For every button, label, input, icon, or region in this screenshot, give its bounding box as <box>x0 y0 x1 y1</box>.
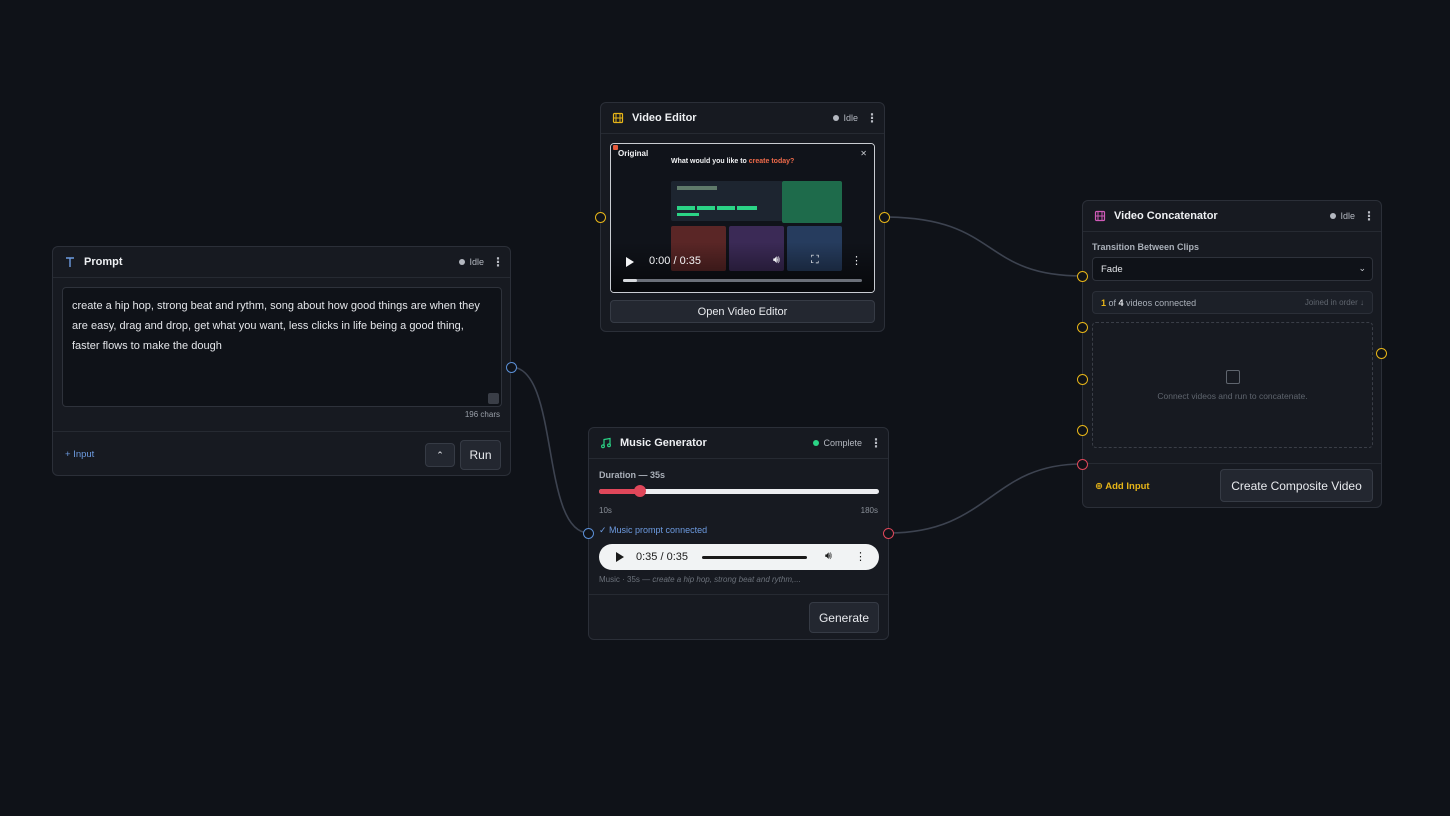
prompt-node-header[interactable]: Prompt Idle ⋮ <box>53 247 510 278</box>
prompt-node[interactable]: Prompt Idle ⋮ create a hip hop, strong b… <box>52 246 511 476</box>
duration-max-label: 180s <box>860 506 878 515</box>
concat-input-port-audio[interactable] <box>1077 459 1088 470</box>
music-note-icon <box>599 436 613 450</box>
edge-video-to-concat <box>883 216 1083 277</box>
concat-input-port-3[interactable] <box>1077 374 1088 385</box>
workflow-canvas[interactable]: Prompt Idle ⋮ create a hip hop, strong b… <box>0 0 1450 816</box>
play-icon[interactable] <box>616 552 624 562</box>
music-input-port[interactable] <box>583 528 594 539</box>
duration-slider-thumb[interactable] <box>634 485 647 497</box>
fullscreen-icon[interactable]: ⛶ <box>811 254 819 267</box>
empty-state-text: Connect videos and run to concatenate. <box>1157 391 1308 401</box>
transition-label: Transition Between Clips <box>1092 242 1200 252</box>
text-t-icon <box>63 255 77 269</box>
video-concatenator-node[interactable]: Video Concatenator Idle ⋮ Transition Bet… <box>1082 200 1382 508</box>
film-icon <box>611 111 625 125</box>
divider <box>589 594 888 595</box>
concat-output-port[interactable] <box>1376 348 1387 359</box>
transition-value: Fade <box>1101 264 1123 275</box>
more-options-icon[interactable]: ⋮ <box>855 550 866 563</box>
play-icon[interactable] <box>626 257 634 267</box>
more-menu-icon[interactable]: ⋮ <box>870 437 882 449</box>
video-time: 0:00 / 0:35 <box>649 255 701 267</box>
video-concatenator-header[interactable]: Video Concatenator Idle ⋮ <box>1083 201 1381 232</box>
add-input-link[interactable]: + Input <box>65 449 94 460</box>
collapse-button[interactable]: ⌃ <box>425 443 455 467</box>
status-text: Idle <box>1340 211 1355 221</box>
status-badge: Complete <box>813 438 862 448</box>
prompt-text: create a hip hop, strong beat and rythm,… <box>72 300 480 352</box>
concat-input-port-1[interactable] <box>1077 271 1088 282</box>
duration-min-label: 10s <box>599 506 612 515</box>
status-text: Complete <box>823 438 862 448</box>
status-dot <box>459 259 466 265</box>
resize-handle-icon[interactable] <box>488 393 499 404</box>
status-badge: Idle <box>459 257 484 267</box>
duration-label: Duration — 35s <box>599 470 666 480</box>
edge-prompt-to-music <box>510 366 590 534</box>
node-title: Prompt <box>84 256 123 268</box>
node-title: Video Editor <box>632 112 697 124</box>
status-dot <box>1330 213 1337 219</box>
prompt-textarea[interactable]: create a hip hop, strong beat and rythm,… <box>62 287 502 407</box>
video-controls: 0:00 / 0:35 🔊︎ ⛶ ⋮ <box>611 242 874 292</box>
open-video-editor-button[interactable]: Open Video Editor <box>610 300 875 323</box>
concat-input-port-2[interactable] <box>1077 322 1088 333</box>
volume-icon[interactable]: 🔊︎ <box>825 550 832 563</box>
connected-suffix: videos connected <box>1123 298 1197 308</box>
video-progress-bar[interactable] <box>623 279 862 282</box>
status-text: Idle <box>843 113 858 123</box>
film-icon <box>1093 209 1107 223</box>
music-generator-header[interactable]: Music Generator Complete ⋮ <box>589 428 888 459</box>
more-options-icon[interactable]: ⋮ <box>851 254 862 267</box>
connected-of: of <box>1106 298 1119 308</box>
char-count: 196 chars <box>464 410 500 419</box>
divider <box>53 431 510 432</box>
music-caption: Music · 35s — create a hip hop, strong b… <box>599 575 801 584</box>
status-dot <box>813 440 820 446</box>
generate-button[interactable]: Generate <box>809 602 879 633</box>
more-menu-icon[interactable]: ⋮ <box>492 256 504 268</box>
connection-info: 1 of 4 videos connected Joined in order … <box>1092 291 1373 314</box>
film-icon <box>1226 370 1240 384</box>
caption-prefix: Music · 35s — <box>599 575 653 584</box>
status-badge: Idle <box>833 113 858 123</box>
add-input-label: Add Input <box>1105 481 1150 492</box>
video-editor-output-port[interactable] <box>879 212 890 223</box>
run-button[interactable]: Run <box>460 440 501 470</box>
video-editor-header[interactable]: Video Editor Idle ⋮ <box>601 103 884 134</box>
create-composite-video-button[interactable]: Create Composite Video <box>1220 469 1373 502</box>
concat-input-port-4[interactable] <box>1077 425 1088 436</box>
video-progress-fill <box>623 279 638 282</box>
transition-select[interactable]: Fade ⌄ <box>1092 257 1373 281</box>
divider <box>1083 463 1381 464</box>
node-title: Video Concatenator <box>1114 210 1218 222</box>
plus-circle-icon: ⊕ <box>1095 481 1103 492</box>
prompt-connected-note: ✓ Music prompt connected <box>599 525 708 535</box>
audio-player[interactable]: 0:35 / 0:35 🔊︎ ⋮ <box>599 544 879 570</box>
more-menu-icon[interactable]: ⋮ <box>1363 210 1375 222</box>
music-output-port[interactable] <box>883 528 894 539</box>
caption-text: create a hip hop, strong beat and rythm,… <box>652 575 801 584</box>
video-editor-input-port[interactable] <box>595 212 606 223</box>
node-title: Music Generator <box>620 437 707 449</box>
add-input-link[interactable]: ⊕ Add Input <box>1095 481 1150 492</box>
audio-progress-bar[interactable] <box>702 556 807 559</box>
order-note: Joined in order ↓ <box>1304 298 1364 307</box>
edge-music-to-concat <box>887 463 1083 534</box>
volume-icon[interactable]: 🔊︎ <box>773 254 780 267</box>
music-generator-node[interactable]: Music Generator Complete ⋮ Duration — 35… <box>588 427 889 640</box>
video-dropzone[interactable]: Connect videos and run to concatenate. <box>1092 322 1373 448</box>
chevron-down-icon: ⌄ <box>1358 263 1366 273</box>
chevron-up-icon: ⌃ <box>436 449 444 460</box>
status-text: Idle <box>469 257 484 267</box>
audio-time: 0:35 / 0:35 <box>636 551 688 563</box>
more-menu-icon[interactable]: ⋮ <box>866 112 878 124</box>
video-player[interactable]: Original What would you like to create t… <box>610 143 875 293</box>
prompt-output-port[interactable] <box>506 362 517 373</box>
status-badge: Idle <box>1330 211 1355 221</box>
video-editor-node[interactable]: Video Editor Idle ⋮ Original What would … <box>600 102 885 332</box>
status-dot <box>833 115 840 121</box>
duration-slider[interactable] <box>599 485 879 497</box>
